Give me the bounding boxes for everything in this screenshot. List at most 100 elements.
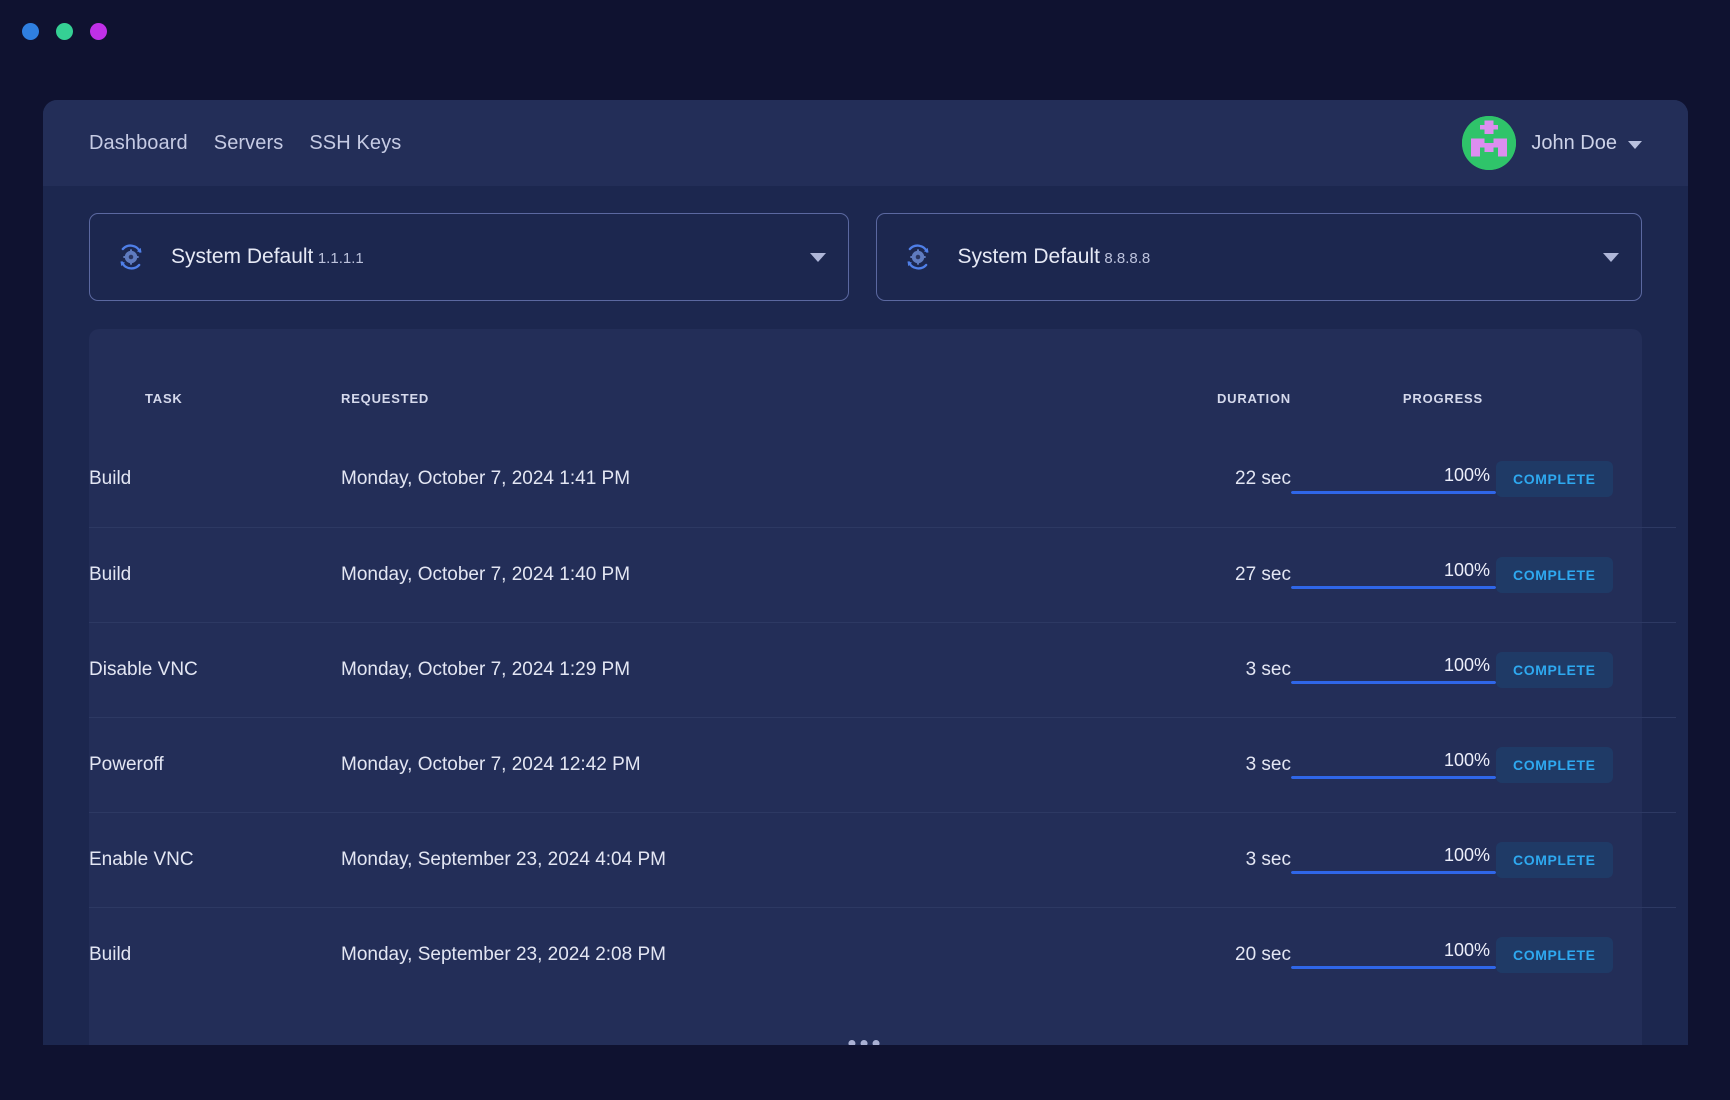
table-row: Build Monday, October 7, 2024 1:40 PM 27 s… <box>89 526 1676 622</box>
dns-selector-primary-subtitle: 1.1.1.1 <box>317 250 364 267</box>
cell-requested: Monday, October 7, 2024 12:42 PM <box>341 716 1121 812</box>
cell-progress: 100% <box>1291 716 1496 812</box>
cell-status: COMPLETE <box>1496 432 1676 527</box>
cell-duration: 22 sec <box>1235 468 1291 490</box>
cell-task: Build <box>89 526 341 622</box>
cell-duration: 20 sec <box>1121 906 1291 1002</box>
window-titlebar <box>0 0 1730 62</box>
maximize-dot[interactable] <box>90 22 107 40</box>
cell-progress: 100% <box>1291 811 1496 907</box>
progress-label: 100% <box>1443 940 1490 961</box>
progress-label: 100% <box>1443 560 1490 580</box>
tasks-table-header-row: TASK REQUESTED DURATION PROGRESS <box>89 329 1676 432</box>
cell-duration: 3 sec <box>1121 716 1291 812</box>
status-badge[interactable]: COMPLETE <box>1496 556 1613 593</box>
cell-task: Enable VNC <box>89 811 341 907</box>
tasks-panel: TASK REQUESTED DURATION PROGRESS Build Mo… <box>89 329 1676 1045</box>
nav-link-ssh-keys[interactable]: SSH Keys <box>309 132 401 155</box>
table-row: Build Monday, September 23, 2024 2:08 PM 2… <box>89 906 1676 1002</box>
gear-sync-icon <box>901 240 935 274</box>
progress-label: 100% <box>1443 655 1490 675</box>
cell-progress: 100% <box>1291 432 1496 527</box>
table-row: Disable VNC Monday, October 7, 2024 1:29 … <box>89 621 1676 717</box>
dns-selector-primary[interactable]: System Default 1.1.1.1 <box>89 213 849 301</box>
user-menu[interactable]: John Doe <box>1462 116 1642 170</box>
dns-selector-primary-title: System Default <box>171 245 314 268</box>
dns-selector-secondary-text: System Default 8.8.8.8 <box>958 244 1603 270</box>
dns-selector-primary-text: System Default 1.1.1.1 <box>171 244 810 270</box>
identicon-icon <box>1462 116 1517 170</box>
cell-task: Build <box>89 468 132 490</box>
cell-status: COMPLETE <box>1496 621 1676 717</box>
cell-requested: Monday, September 23, 2024 2:08 PM <box>341 906 1121 1002</box>
cell-status: COMPLETE <box>1496 716 1676 812</box>
chevron-down-icon[interactable] <box>1603 252 1619 262</box>
progress-wrap: 100% <box>1291 750 1496 779</box>
status-badge[interactable]: COMPLETE <box>1496 936 1613 973</box>
progress-bar-fill <box>1291 776 1496 779</box>
user-name-label: John Doe <box>1531 131 1617 154</box>
progress-bar-fill <box>1291 586 1496 589</box>
load-more-row: ••• <box>89 1002 1642 1045</box>
cell-status: COMPLETE <box>1496 906 1676 1002</box>
progress-bar <box>1291 871 1496 874</box>
progress-wrap: 100% <box>1291 560 1496 589</box>
minimize-dot[interactable] <box>56 22 73 40</box>
progress-wrap: 100% <box>1291 940 1496 970</box>
status-badge[interactable]: COMPLETE <box>1496 461 1613 498</box>
dns-selector-secondary-title: System Default <box>957 245 1100 268</box>
table-row: Poweroff Monday, October 7, 2024 12:42 PM… <box>89 716 1676 812</box>
progress-wrap: 100% <box>1291 655 1496 684</box>
progress-wrap: 100% <box>1291 845 1496 874</box>
cell-requested: Monday, October 7, 2024 1:40 PM <box>341 526 1121 622</box>
tasks-table-head: TASK REQUESTED DURATION PROGRESS <box>89 329 1676 432</box>
cell-progress: 100% <box>1291 526 1496 622</box>
progress-bar <box>1291 586 1496 589</box>
progress-bar-fill <box>1291 490 1496 494</box>
table-row: Enable VNC Monday, September 23, 2024 4:0… <box>89 811 1676 907</box>
column-header-requested: REQUESTED <box>341 391 430 406</box>
top-navbar: Dashboard Servers SSH Keys John Doe <box>43 100 1688 186</box>
cell-requested: Monday, October 7, 2024 1:41 PM <box>341 468 631 490</box>
chevron-down-icon <box>1628 140 1642 149</box>
cell-task: Disable VNC <box>89 621 341 717</box>
column-header-task: TASK <box>145 391 183 406</box>
cell-requested: Monday, October 7, 2024 1:29 PM <box>341 621 1121 717</box>
cell-duration: 3 sec <box>1121 811 1291 907</box>
nav-link-dashboard[interactable]: Dashboard <box>89 132 188 155</box>
nav-link-servers[interactable]: Servers <box>214 132 284 155</box>
progress-bar <box>1291 966 1496 970</box>
close-dot[interactable] <box>22 22 39 40</box>
app-shell: Dashboard Servers SSH Keys John Doe Syst… <box>43 100 1688 1045</box>
tasks-table-body: Build Monday, October 7, 2024 1:41 PM 22 s… <box>89 432 1676 1002</box>
cell-task: Poweroff <box>89 716 341 812</box>
progress-bar-fill <box>1291 966 1496 970</box>
dns-selector-secondary-subtitle: 8.8.8.8 <box>1104 250 1151 267</box>
cell-status: COMPLETE <box>1496 811 1676 907</box>
cell-task: Build <box>89 906 341 1002</box>
progress-bar <box>1291 490 1496 494</box>
load-more-ellipsis-icon[interactable]: ••• <box>847 1030 883 1045</box>
table-row: Build Monday, October 7, 2024 1:41 PM 22 s… <box>89 432 1676 527</box>
cell-status: COMPLETE <box>1496 526 1676 622</box>
status-badge[interactable]: COMPLETE <box>1496 651 1613 688</box>
dns-selector-secondary[interactable]: System Default 8.8.8.8 <box>875 213 1642 301</box>
gear-sync-icon <box>114 240 148 274</box>
selector-row: System Default 1.1.1.1 System Default 8.… <box>43 186 1688 301</box>
column-header-duration: DURATION <box>1216 391 1291 406</box>
tasks-table: TASK REQUESTED DURATION PROGRESS Build Mo… <box>89 329 1676 1002</box>
cell-requested: Monday, September 23, 2024 4:04 PM <box>341 811 1121 907</box>
progress-bar-fill <box>1291 871 1496 874</box>
column-header-progress: PROGRESS <box>1402 391 1483 406</box>
cell-progress: 100% <box>1291 906 1496 1002</box>
chevron-down-icon[interactable] <box>809 252 826 262</box>
status-badge[interactable]: COMPLETE <box>1496 746 1613 783</box>
cell-duration: 27 sec <box>1121 526 1291 622</box>
status-badge[interactable]: COMPLETE <box>1496 841 1613 878</box>
avatar <box>1462 116 1517 170</box>
progress-label: 100% <box>1443 464 1490 485</box>
progress-wrap: 100% <box>1291 465 1496 494</box>
progress-bar <box>1291 776 1496 779</box>
cell-duration: 3 sec <box>1121 621 1291 717</box>
cell-progress: 100% <box>1291 621 1496 717</box>
